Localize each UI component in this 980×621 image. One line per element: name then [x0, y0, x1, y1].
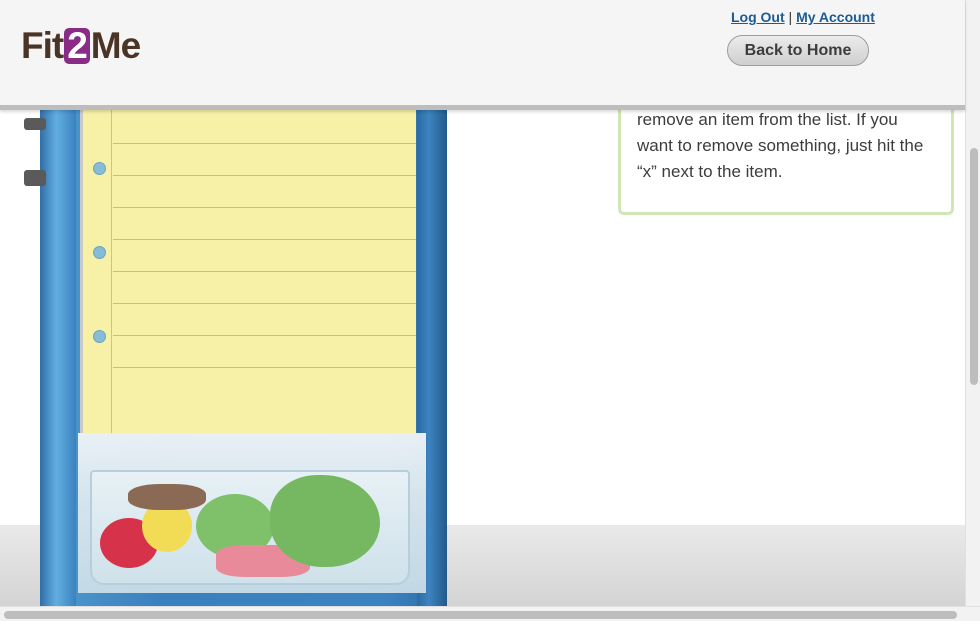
- logo-text-2: 2: [64, 27, 90, 64]
- instructions-text: remove an item from the list. If you wan…: [637, 110, 924, 181]
- horizontal-scrollbar[interactable]: [0, 606, 980, 621]
- horizontal-scroll-thumb[interactable]: [4, 611, 957, 619]
- my-account-link[interactable]: My Account: [796, 9, 875, 25]
- site-header: Fit 2 Me Log Out | My Account Back to Home: [0, 0, 965, 110]
- shopping-list-notepad: [80, 100, 416, 433]
- notepad-rule: [113, 271, 416, 272]
- page: Fit 2 Me Log Out | My Account Back to Home…: [0, 0, 980, 621]
- logout-link[interactable]: Log Out: [731, 9, 785, 25]
- account-links: Log Out | My Account: [731, 9, 875, 25]
- fit2me-logo[interactable]: Fit 2 Me: [21, 25, 141, 67]
- back-to-home-button[interactable]: Back to Home: [727, 35, 869, 66]
- vertical-scrollbar[interactable]: [965, 0, 980, 610]
- mushroom-illustration: [128, 484, 206, 510]
- notepad-rule: [113, 303, 416, 304]
- notepad-hole: [93, 162, 106, 175]
- vertical-scroll-thumb[interactable]: [970, 148, 978, 385]
- notepad-rule: [113, 367, 416, 368]
- fridge-handle: [24, 118, 46, 130]
- fridge-handle: [24, 170, 46, 186]
- notepad-rule: [113, 207, 416, 208]
- notepad-rule: [113, 239, 416, 240]
- notepad-rule: [113, 175, 416, 176]
- lettuce-illustration: [270, 475, 380, 567]
- notepad-rule: [113, 335, 416, 336]
- logo-text-fit: Fit: [21, 25, 64, 66]
- notepad-rule: [113, 143, 416, 144]
- logo-text-me: Me: [90, 25, 141, 66]
- notepad-hole: [93, 246, 106, 259]
- notepad-hole: [93, 330, 106, 343]
- link-separator: |: [788, 9, 793, 25]
- notepad-margin-line: [111, 100, 112, 433]
